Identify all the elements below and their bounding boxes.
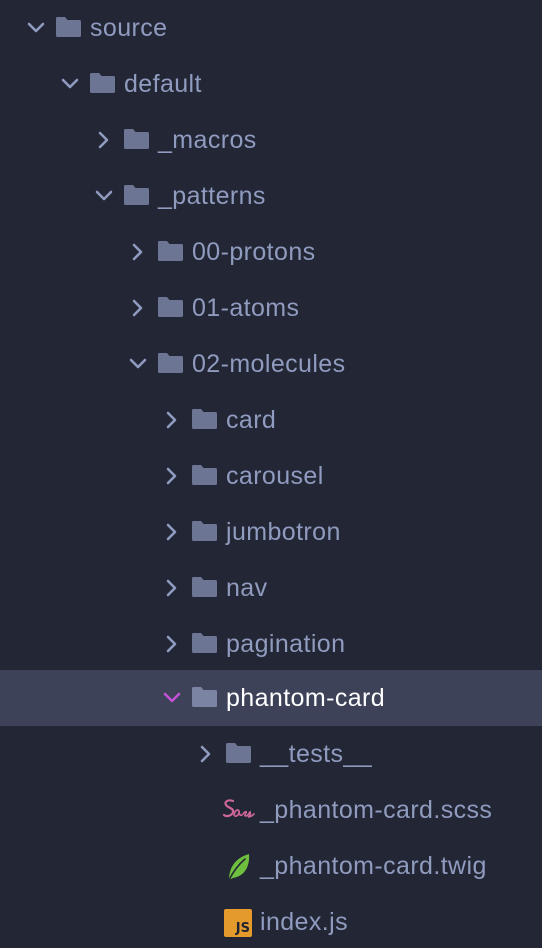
tree-item-label: _patterns [158, 182, 266, 210]
tree-item-label: _macros [158, 126, 257, 154]
chevron-right-icon[interactable] [162, 634, 182, 654]
tree-item-index-js[interactable]: JS index.js [0, 896, 542, 948]
tree-item-02-molecules[interactable]: 02-molecules [0, 336, 542, 392]
tree-item-card[interactable]: card [0, 392, 542, 448]
tree-item-label: __tests__ [260, 740, 373, 768]
tree-item-label: default [124, 70, 202, 98]
tree-item-phantom-card[interactable]: phantom-card [0, 670, 542, 726]
chevron-down-icon[interactable] [94, 186, 114, 206]
tree-item-label: pagination [226, 630, 346, 658]
folder-icon [157, 352, 184, 374]
folder-icon [191, 520, 218, 542]
sass-icon [221, 796, 255, 824]
tree-item-label: carousel [226, 462, 324, 490]
chevron-right-icon[interactable] [128, 298, 148, 318]
tree-item-label: 00-protons [192, 238, 316, 266]
tree-item-label: card [226, 406, 277, 434]
tree-item-01-atoms[interactable]: 01-atoms [0, 280, 542, 336]
js-icon: JS [224, 909, 252, 937]
tree-item-phantom-card-twig[interactable]: _phantom-card.twig [0, 840, 542, 896]
tree-item-macros[interactable]: _macros [0, 112, 542, 168]
tree-item-nav[interactable]: nav [0, 560, 542, 616]
chevron-down-icon[interactable] [128, 354, 148, 374]
tree-item-label: jumbotron [226, 518, 341, 546]
tree-item-label: 01-atoms [192, 294, 300, 322]
folder-icon [191, 576, 218, 598]
tree-item-label: nav [226, 574, 268, 602]
folder-icon [191, 464, 218, 486]
tree-item-00-protons[interactable]: 00-protons [0, 224, 542, 280]
chevron-down-icon[interactable] [26, 18, 46, 38]
tree-item-jumbotron[interactable]: jumbotron [0, 504, 542, 560]
chevron-right-icon[interactable] [162, 410, 182, 430]
chevron-down-icon[interactable] [162, 688, 182, 708]
chevron-right-icon[interactable] [128, 242, 148, 262]
folder-icon [191, 632, 218, 654]
folder-icon [191, 408, 218, 430]
chevron-right-icon[interactable] [196, 744, 216, 764]
folder-icon [191, 686, 218, 708]
chevron-right-icon[interactable] [94, 130, 114, 150]
folder-icon [89, 72, 116, 94]
folder-icon [55, 16, 82, 38]
tree-item-phantom-card-scss[interactable]: _phantom-card.scss [0, 784, 542, 840]
tree-item-pagination[interactable]: pagination [0, 616, 542, 672]
tree-item-default[interactable]: default [0, 56, 542, 112]
tree-item-label: source [90, 14, 168, 42]
folder-icon [157, 240, 184, 262]
tree-item-carousel[interactable]: carousel [0, 448, 542, 504]
tree-item-label: index.js [260, 908, 348, 936]
chevron-right-icon[interactable] [162, 578, 182, 598]
tree-item-label: _phantom-card.twig [260, 852, 487, 880]
folder-icon [225, 742, 252, 764]
file-tree: source default _macros _patterns 00-prot… [0, 0, 542, 948]
tree-item-patterns[interactable]: _patterns [0, 168, 542, 224]
folder-icon [123, 184, 150, 206]
tree-item-label: phantom-card [226, 684, 386, 712]
folder-icon [123, 128, 150, 150]
tree-item-label: 02-molecules [192, 350, 346, 378]
chevron-right-icon[interactable] [162, 522, 182, 542]
twig-leaf-icon [225, 852, 257, 881]
chevron-down-icon[interactable] [60, 74, 80, 94]
chevron-right-icon[interactable] [162, 466, 182, 486]
tree-item-source[interactable]: source [0, 0, 542, 56]
folder-icon [157, 296, 184, 318]
js-icon-text: JS [235, 921, 250, 936]
tree-item-tests[interactable]: __tests__ [0, 728, 542, 784]
tree-item-label: _phantom-card.scss [260, 796, 493, 824]
